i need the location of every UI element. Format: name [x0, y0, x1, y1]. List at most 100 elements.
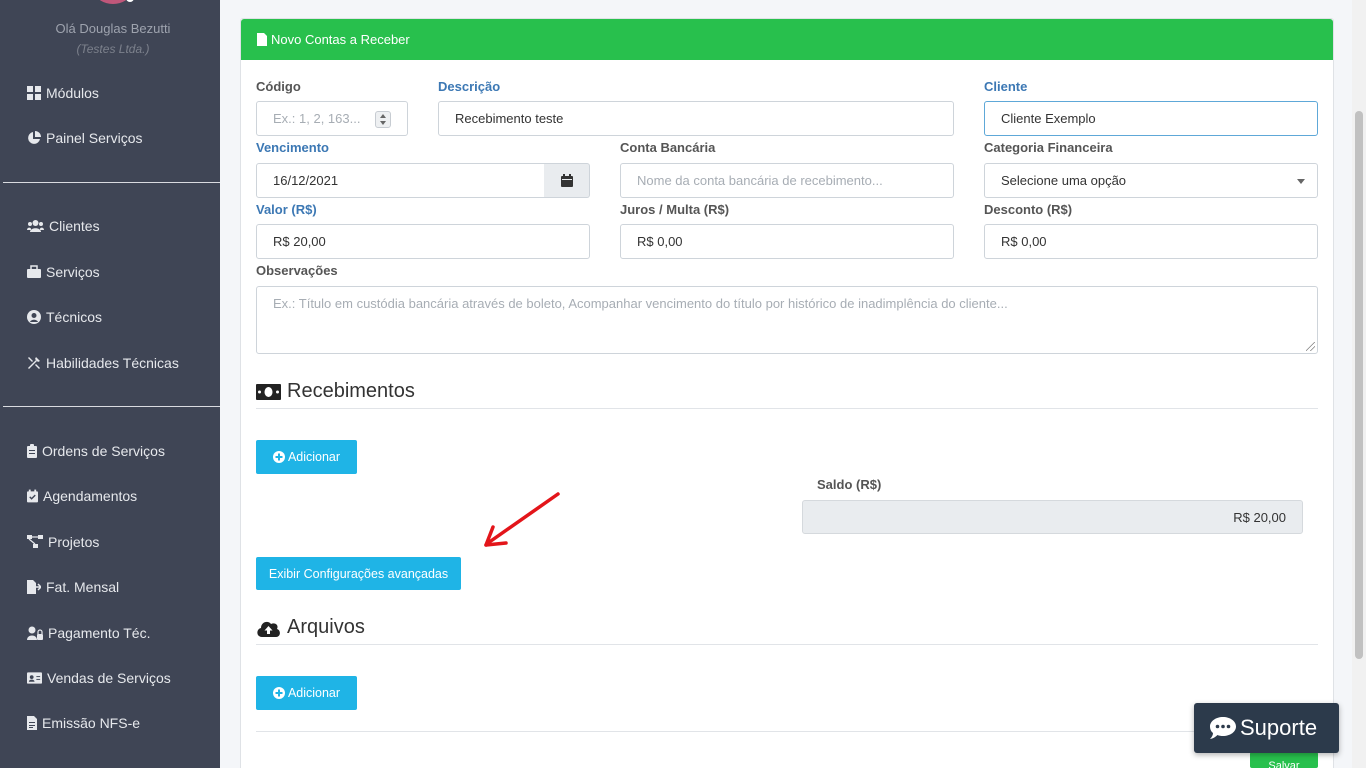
- cliente-label: Cliente: [984, 79, 1028, 94]
- juros-multa-input[interactable]: R$ 0,00: [620, 224, 954, 259]
- saldo-label: Saldo (R$): [817, 477, 882, 492]
- footer-divider: [256, 731, 1318, 732]
- arquivos-title: Arquivos: [287, 616, 365, 638]
- sidebar-item-label: Vendas de Serviços: [47, 670, 171, 686]
- money-bill-icon: [256, 383, 281, 400]
- scrollbar-thumb[interactable]: [1355, 111, 1363, 659]
- save-button[interactable]: Salvar: [1250, 752, 1318, 768]
- section-divider: [256, 408, 1318, 409]
- resize-handle[interactable]: [1306, 342, 1315, 351]
- project-diagram-icon: [27, 535, 43, 549]
- conta-bancaria-input[interactable]: Nome da conta bancária de recebimento...: [620, 163, 954, 198]
- add-arquivo-button[interactable]: Adicionar: [256, 676, 357, 710]
- saldo-value: R$ 20,00: [1233, 509, 1286, 525]
- file-export-icon: [27, 580, 41, 594]
- sidebar-item-agendamentos[interactable]: Agendamentos: [27, 486, 137, 506]
- sidebar-divider: [3, 406, 220, 407]
- conta-bancaria-label: Conta Bancária: [620, 140, 716, 155]
- avatar-status-dot: [126, 0, 134, 2]
- user-greeting: Olá Douglas Bezutti: [55, 21, 171, 36]
- sidebar-item-ordens-de-servicos[interactable]: Ordens de Serviços: [27, 441, 165, 461]
- grid-icon: [27, 86, 41, 100]
- calendar-check-icon: [27, 489, 38, 503]
- clipboard-icon: [27, 444, 37, 458]
- valor-label: Valor (R$): [256, 202, 317, 217]
- user-circle-icon: [27, 310, 41, 324]
- categoria-financeira-select[interactable]: Selecione uma opção: [984, 163, 1318, 198]
- page-scrollbar[interactable]: [1352, 0, 1366, 768]
- card-header: Novo Contas a Receber: [241, 19, 1333, 60]
- sidebar-item-pagamento-tec[interactable]: Pagamento Téc.: [27, 623, 150, 643]
- pie-chart-icon: [27, 131, 41, 145]
- sidebar-item-emissao-nfse[interactable]: Emissão NFS-e: [27, 713, 140, 733]
- users-icon: [27, 219, 44, 233]
- observacoes-placeholder: Ex.: Título em custódia bancária através…: [273, 296, 1008, 311]
- sidebar-item-tecnicos[interactable]: Técnicos: [27, 307, 102, 327]
- valor-input[interactable]: R$ 20,00: [256, 224, 590, 259]
- support-button[interactable]: Suporte: [1194, 703, 1339, 753]
- desconto-label: Desconto (R$): [984, 202, 1073, 217]
- conta-bancaria-placeholder: Nome da conta bancária de recebimento...: [637, 173, 883, 188]
- descricao-label: Descrição: [438, 79, 501, 94]
- advanced-settings-label: Exibir Configurações avançadas: [268, 566, 449, 581]
- desconto-value: R$ 0,00: [1001, 234, 1047, 249]
- add-recebimento-label: Adicionar: [287, 450, 341, 464]
- sidebar-item-habilidades-tecnicas[interactable]: Habilidades Técnicas: [27, 353, 179, 373]
- sidebar-item-clientes[interactable]: Clientes: [27, 216, 100, 236]
- sidebar-item-painel-servicos[interactable]: Painel Serviços: [27, 128, 143, 148]
- chat-bubble-icon: [1210, 717, 1236, 739]
- descricao-input[interactable]: Recebimento teste: [438, 101, 954, 136]
- sidebar-item-servicos[interactable]: Serviços: [27, 262, 100, 282]
- chevron-down-icon: [1297, 179, 1305, 184]
- briefcase-icon: [27, 265, 41, 279]
- observacoes-textarea[interactable]: Ex.: Título em custódia bancária através…: [256, 286, 1318, 354]
- file-icon: [257, 33, 267, 46]
- sidebar-item-label: Módulos: [46, 85, 99, 101]
- sidebar-item-label: Emissão NFS-e: [42, 715, 141, 731]
- sidebar-item-label: Serviços: [46, 264, 100, 280]
- sidebar-item-label: Pagamento Téc.: [48, 625, 151, 641]
- recebimentos-title: Recebimentos: [287, 380, 415, 402]
- id-card-icon: [27, 671, 42, 685]
- tools-icon: [27, 356, 41, 370]
- descricao-value: Recebimento teste: [455, 111, 564, 126]
- file-invoice-icon: [27, 716, 37, 730]
- juros-multa-value: R$ 0,00: [637, 234, 683, 249]
- valor-value: R$ 20,00: [273, 234, 326, 249]
- advanced-settings-button[interactable]: Exibir Configurações avançadas: [256, 557, 461, 590]
- arquivos-heading: Arquivos: [256, 616, 365, 639]
- section-divider: [256, 644, 1318, 645]
- plus-circle-icon: [272, 451, 285, 463]
- sidebar-item-projetos[interactable]: Projetos: [27, 532, 99, 552]
- calendar-button[interactable]: [544, 163, 590, 198]
- sidebar-item-vendas-de-servicos[interactable]: Vendas de Serviços: [27, 668, 171, 688]
- sidebar-item-fat-mensal[interactable]: Fat. Mensal: [27, 577, 119, 597]
- recebimentos-heading: Recebimentos: [256, 380, 415, 403]
- card-title: Novo Contas a Receber: [271, 32, 410, 47]
- sidebar-item-label: Fat. Mensal: [46, 579, 120, 595]
- number-spinner[interactable]: [375, 111, 391, 128]
- juros-multa-label: Juros / Multa (R$): [620, 202, 730, 217]
- cliente-input[interactable]: Cliente Exemplo: [984, 101, 1318, 136]
- save-label: Salvar: [1268, 760, 1300, 768]
- sidebar-item-label: Projetos: [48, 534, 100, 550]
- observacoes-label: Observações: [256, 263, 338, 278]
- add-arquivo-label: Adicionar: [287, 686, 341, 700]
- sidebar: Olá Douglas Bezutti (Testes Ltda.) Módul…: [0, 0, 220, 768]
- desconto-input[interactable]: R$ 0,00: [984, 224, 1318, 259]
- vencimento-input[interactable]: 16/12/2021: [256, 163, 545, 198]
- saldo-field: R$ 20,00: [802, 500, 1303, 534]
- sidebar-item-label: Clientes: [49, 218, 100, 234]
- plus-circle-icon: [272, 687, 285, 699]
- avatar[interactable]: [96, 0, 130, 4]
- add-recebimento-button[interactable]: Adicionar: [256, 440, 357, 474]
- codigo-label: Código: [256, 79, 301, 94]
- categoria-financeira-label: Categoria Financeira: [984, 140, 1113, 155]
- sidebar-item-label: Ordens de Serviços: [42, 443, 165, 459]
- vencimento-value: 16/12/2021: [273, 173, 339, 188]
- codigo-input[interactable]: Ex.: 1, 2, 163...: [256, 101, 408, 136]
- categoria-selected-value: Selecione uma opção: [1001, 173, 1127, 188]
- user-lock-icon: [27, 626, 43, 640]
- sidebar-item-label: Painel Serviços: [46, 130, 143, 146]
- sidebar-item-modulos[interactable]: Módulos: [27, 83, 99, 103]
